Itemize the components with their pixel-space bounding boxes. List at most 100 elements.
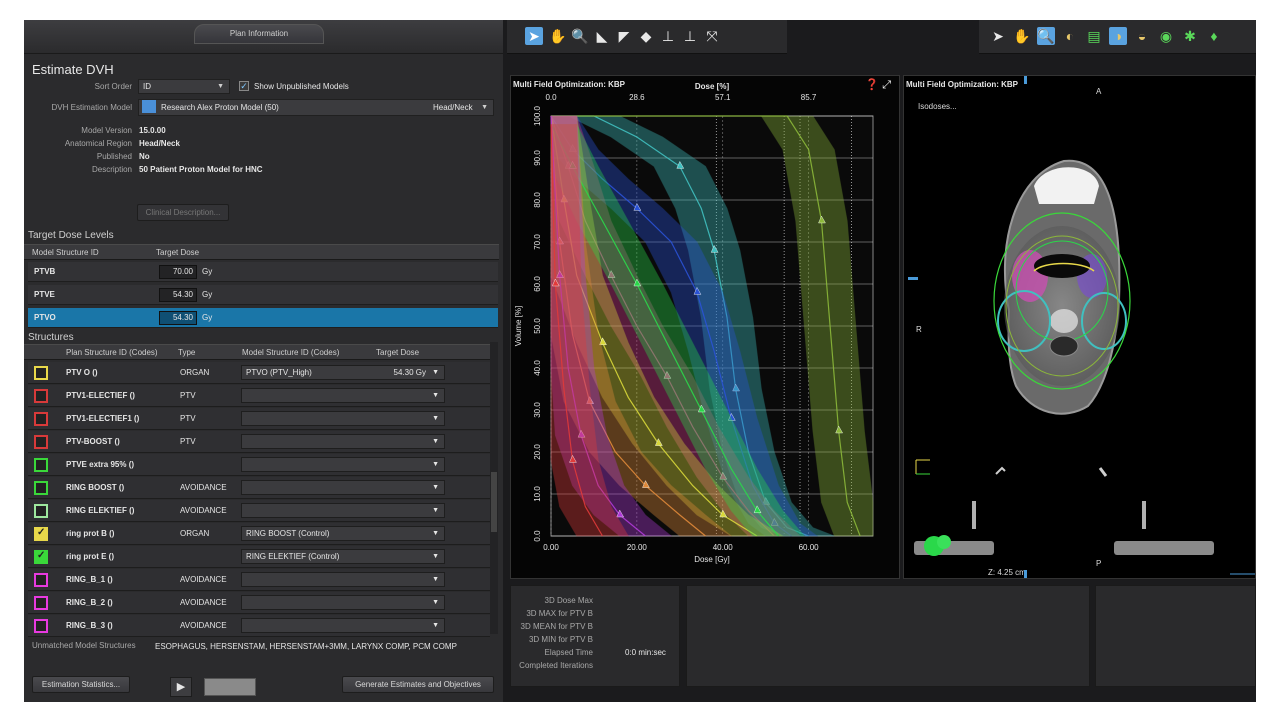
plan-structure-id: PTV-BOOST () xyxy=(66,437,120,446)
plan-structure-id: PTVE extra 95% () xyxy=(66,460,135,469)
chevron-down-icon: ▼ xyxy=(481,104,488,111)
lower-constraint-icon[interactable]: ⊥ xyxy=(659,27,677,45)
target-dose-row-selected[interactable]: PTVO 54.30 Gy xyxy=(28,308,498,328)
col-model-structure: Model Structure ID xyxy=(32,248,99,257)
target-dose-row[interactable]: PTVB 70.00 Gy xyxy=(28,262,498,282)
structure-type: AVOIDANCE xyxy=(180,506,227,515)
structure-row[interactable]: PTV O () ORGAN PTVO (PTV_High) 54.30 Gy ▼ xyxy=(28,362,490,384)
contour-tool-icon[interactable]: ◑ xyxy=(1109,27,1127,45)
model-structure-value: RING ELEKTIEF (Control) xyxy=(246,552,340,561)
upper-objective-icon[interactable]: ◤ xyxy=(615,27,633,45)
structures-table-header: Plan Structure ID (Codes) Type Model Str… xyxy=(24,344,490,360)
structure-color-swatch[interactable] xyxy=(34,550,48,564)
unmatched-value: ESOPHAGUS, HERSENSTAM, HERSENSTAM+3MM, L… xyxy=(155,642,457,651)
structure-row[interactable]: PTV-BOOST () PTV ▼ xyxy=(28,431,490,453)
published-value: No xyxy=(139,152,150,161)
structure-color-swatch[interactable] xyxy=(34,458,48,472)
model-structure-select[interactable]: ▼ xyxy=(241,480,445,495)
target-dose-row[interactable]: PTVE 54.30 Gy xyxy=(28,285,498,305)
structure-row[interactable]: RING ELEKTIEF () AVOIDANCE ▼ xyxy=(28,500,490,522)
model-structure-value: RING BOOST (Control) xyxy=(246,529,330,538)
structure-row[interactable]: PTV1-ELECTIEF1 () PTV ▼ xyxy=(28,408,490,430)
window-level-icon[interactable]: ◐ xyxy=(1061,27,1079,45)
image-toolbar: ➤ ✋ 🔍 ◐ ▤ ◑ ◒ ◉ ✱ ♦ xyxy=(979,20,1256,54)
model-structure-select[interactable]: ▼ xyxy=(241,572,445,587)
show-unpublished-label: Show Unpublished Models xyxy=(254,82,349,91)
play-icon[interactable]: ▶ xyxy=(170,677,192,697)
model-structure-select[interactable]: ▼ xyxy=(241,595,445,610)
show-unpublished-checkbox[interactable]: ✓ xyxy=(239,81,249,91)
structure-row[interactable]: ring prot B () ORGAN RING BOOST (Control) ▼ xyxy=(28,523,490,545)
structures-section-title: Structures xyxy=(28,332,74,343)
dose-input[interactable]: 54.30 xyxy=(159,288,197,302)
structure-row[interactable]: PTVE extra 95% () ▼ xyxy=(28,454,490,476)
row-structure-id: PTVO xyxy=(34,313,56,322)
sort-order-select[interactable]: ID ▼ xyxy=(138,79,230,94)
fit-view-icon[interactable]: ⤧ xyxy=(703,27,721,45)
y-axis-label: Volume [%] xyxy=(514,306,523,346)
model-structure-select[interactable]: ▼ xyxy=(241,434,445,449)
body-side-icon[interactable]: ♦ xyxy=(1205,27,1223,45)
structure-color-swatch[interactable] xyxy=(34,389,48,403)
structure-color-swatch[interactable] xyxy=(34,596,48,610)
structure-type: ORGAN xyxy=(180,368,210,377)
anatomical-region-label: Anatomical Region xyxy=(64,139,132,148)
structure-color-swatch[interactable] xyxy=(34,481,48,495)
structure-row[interactable]: RING_B_2 () AVOIDANCE ▼ xyxy=(28,592,490,614)
plan-structure-id: RING_B_3 () xyxy=(66,621,113,630)
published-label: Published xyxy=(96,152,132,161)
structure-row[interactable]: ring prot E () RING ELEKTIEF (Control) ▼ xyxy=(28,546,490,568)
structure-color-swatch[interactable] xyxy=(34,619,48,633)
tab-plan-information[interactable]: Plan Information xyxy=(194,24,324,44)
clinical-description-button[interactable]: Clinical Description... xyxy=(137,204,229,221)
app-frame: Plan Information Estimate DVH Sort Order… xyxy=(24,20,1256,702)
pan-hand-icon[interactable]: ✋ xyxy=(549,27,567,45)
structure-color-swatch[interactable] xyxy=(34,366,48,380)
model-structure-select[interactable]: ▼ xyxy=(241,411,445,426)
structures-scrollbar[interactable] xyxy=(490,342,498,634)
model-structure-select[interactable]: PTVO (PTV_High) 54.30 Gy ▼ xyxy=(241,365,445,380)
ct-view-panel[interactable]: Multi Field Optimization: KBP Isodoses..… xyxy=(903,75,1256,579)
structure-color-swatch[interactable] xyxy=(34,504,48,518)
diamond-icon[interactable]: ◆ xyxy=(637,27,655,45)
generate-estimates-button[interactable]: Generate Estimates and Objectives xyxy=(342,676,494,693)
structure-row[interactable]: PTV1-ELECTIEF () PTV ▼ xyxy=(28,385,490,407)
dvh-model-site: Head/Neck xyxy=(433,103,473,112)
model-structure-select[interactable]: ▼ xyxy=(241,388,445,403)
zoom-icon[interactable]: 🔍 xyxy=(571,27,589,45)
structure-color-swatch[interactable] xyxy=(34,573,48,587)
eye-icon[interactable]: ◉ xyxy=(1157,27,1175,45)
layers-icon[interactable]: ▤ xyxy=(1085,27,1103,45)
structure-color-swatch[interactable] xyxy=(34,435,48,449)
model-structure-select[interactable]: ▼ xyxy=(241,618,445,633)
add-objective-icon[interactable]: ◣ xyxy=(593,27,611,45)
dvh-model-select[interactable]: Research Alex Proton Model (50) Head/Nec… xyxy=(138,99,494,116)
pointer-icon[interactable]: ➤ xyxy=(989,27,1007,45)
scrollbar-thumb[interactable] xyxy=(491,472,497,532)
body-front-icon[interactable]: ✱ xyxy=(1181,27,1199,45)
dose-input[interactable]: 70.00 xyxy=(159,265,197,279)
model-structure-select[interactable]: ▼ xyxy=(241,503,445,518)
dvh-plot[interactable]: 0.0 10.0 20.0 30.0 40.0 50.0 60.0 70.0 80.0 90.0 1… xyxy=(511,76,899,578)
model-structure-select[interactable]: ▼ xyxy=(241,457,445,472)
zoom-icon[interactable]: 🔍 xyxy=(1037,27,1055,45)
pan-hand-icon[interactable]: ✋ xyxy=(1013,27,1031,45)
structure-row[interactable]: RING_B_3 () AVOIDANCE ▼ xyxy=(28,615,490,637)
mean-ptv-label: 3D MEAN for PTV B xyxy=(520,622,593,631)
structure-row[interactable]: RING BOOST () AVOIDANCE ▼ xyxy=(28,477,490,499)
chevron-down-icon: ▼ xyxy=(432,484,439,491)
structure-color-swatch[interactable] xyxy=(34,412,48,426)
brush-icon[interactable]: ◒ xyxy=(1133,27,1151,45)
sort-order-value: ID xyxy=(143,82,151,91)
elapsed-label: Elapsed Time xyxy=(544,648,593,657)
model-structure-select[interactable]: RING BOOST (Control) ▼ xyxy=(241,526,445,541)
sort-order-label: Sort Order xyxy=(94,82,132,91)
structure-color-swatch[interactable] xyxy=(34,527,48,541)
structure-type: PTV xyxy=(180,391,196,400)
dose-input[interactable]: 54.30 xyxy=(159,311,197,325)
upper-constraint-icon[interactable]: ⊥ xyxy=(681,27,699,45)
structure-row[interactable]: RING_B_1 () AVOIDANCE ▼ xyxy=(28,569,490,591)
estimation-statistics-button[interactable]: Estimation Statistics... xyxy=(32,676,130,693)
pointer-icon[interactable]: ➤ xyxy=(525,27,543,45)
model-structure-select[interactable]: RING ELEKTIEF (Control) ▼ xyxy=(241,549,445,564)
